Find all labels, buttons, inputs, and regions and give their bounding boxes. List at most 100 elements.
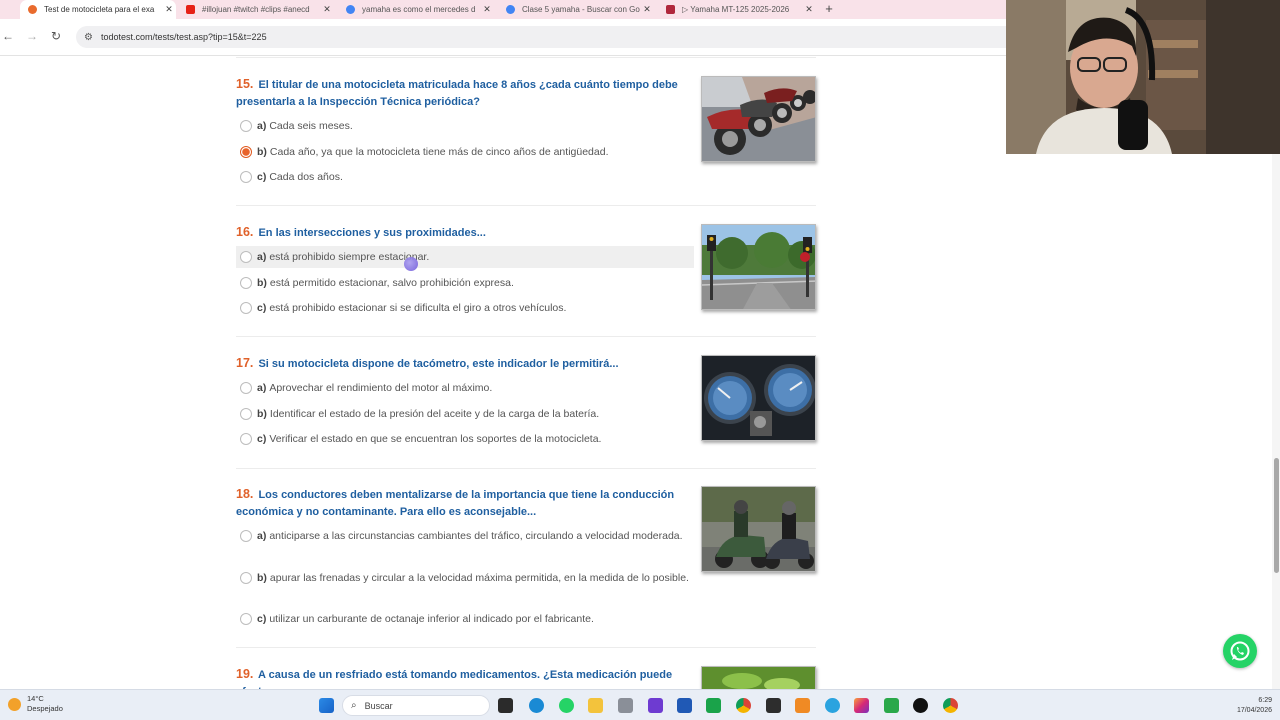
windows-taskbar: 14°C Despejado ⌕ Buscar 6:29 17/04/2026: [0, 689, 1280, 720]
option-text: Cada año, ya que la motocicleta tiene má…: [269, 146, 609, 158]
radio-button[interactable]: [240, 277, 252, 289]
telegram-icon[interactable]: [825, 698, 840, 713]
option-letter: a): [257, 530, 267, 542]
app-icon[interactable]: [648, 698, 663, 713]
app-icon[interactable]: [766, 698, 781, 713]
option-16-b[interactable]: b) está permitido estacionar, salvo proh…: [236, 275, 694, 291]
rtve-icon[interactable]: [795, 698, 810, 713]
question-number: 19.: [236, 667, 254, 681]
question-number: 17.: [236, 356, 254, 370]
taskbar-search-placeholder: Buscar: [364, 700, 393, 711]
question-prompt: Si su motocicleta dispone de tacómetro, …: [258, 358, 619, 370]
divider: [236, 57, 816, 58]
option-17-a[interactable]: a) Aprovechar el rendimiento del motor a…: [236, 380, 694, 396]
question-image-pills: [701, 666, 816, 689]
tab-strip: Test de motocicleta para el exa ✕ #illoj…: [0, 0, 1006, 19]
radio-button[interactable]: [240, 572, 252, 584]
option-17-c[interactable]: c) Verificar el estado en que se encuent…: [236, 431, 694, 447]
close-tab-icon[interactable]: ✕: [640, 4, 654, 15]
sun-icon: [8, 697, 21, 711]
option-18-a[interactable]: a) anticiparse a las circunstancias camb…: [236, 528, 694, 544]
app-icon[interactable]: [884, 698, 899, 713]
option-15-a[interactable]: a) Cada seis meses.: [236, 118, 694, 134]
option-17-b[interactable]: b) Identificar el estado de la presión d…: [236, 406, 694, 422]
app-icon[interactable]: [677, 698, 692, 713]
radio-button[interactable]: [240, 171, 252, 183]
address-bar[interactable]: ⚙ todotest.com/tests/test.asp?tip=15&t=2…: [76, 26, 1006, 48]
system-clock[interactable]: 6:29 17/04/2026: [1226, 696, 1272, 716]
radio-button[interactable]: [240, 433, 252, 445]
clock-date: 17/04/2026: [1236, 707, 1272, 714]
question-image-tachometer: [701, 355, 816, 441]
radio-button[interactable]: [240, 613, 252, 625]
close-tab-icon[interactable]: ✕: [320, 4, 334, 15]
option-15-b[interactable]: b) Cada año, ya que la motocicleta tiene…: [236, 144, 694, 160]
tab-todotest[interactable]: Test de motocicleta para el exa ✕: [20, 0, 176, 19]
option-letter: b): [257, 277, 267, 289]
question-prompt: A causa de un resfriado está tomando med…: [236, 669, 673, 689]
windows-start-icon[interactable]: [319, 698, 334, 713]
option-text: Identificar el estado de la presión del …: [269, 408, 600, 420]
edge-icon[interactable]: [529, 698, 544, 713]
divider: [236, 647, 816, 648]
option-15-c[interactable]: c) Cada dos años.: [236, 169, 694, 185]
chrome-profile-icon[interactable]: [943, 698, 958, 713]
radio-button[interactable]: [240, 302, 252, 314]
question-image-scooter: [701, 486, 816, 572]
scrollbar-thumb[interactable]: [1274, 458, 1279, 573]
option-letter: c): [257, 613, 267, 625]
close-tab-icon[interactable]: ✕: [802, 4, 816, 15]
forward-arrow-icon[interactable]: →: [25, 29, 39, 43]
weather-widget[interactable]: 14°C Despejado: [8, 694, 63, 714]
todotest-favicon-icon: [28, 5, 37, 14]
option-18-b[interactable]: b) apurar las frenadas y circular a la v…: [236, 570, 694, 586]
question-15: 15. El titular de una motocicleta matric…: [236, 76, 816, 196]
option-text: Cada dos años.: [269, 171, 343, 183]
tab-yamaha-mt125[interactable]: ▷ Yamaha MT-125 2025-2026 ✕: [658, 0, 816, 19]
option-text: utilizar un carburante de octanaje infer…: [269, 613, 594, 625]
question-prompt: El titular de una motocicleta matriculad…: [236, 79, 678, 108]
question-text: 17. Si su motocicleta dispone de tacómet…: [236, 355, 691, 373]
new-tab-icon[interactable]: +: [822, 1, 836, 16]
app-icon[interactable]: [618, 698, 633, 713]
tab-twitch-clips[interactable]: #illojuan #twitch #clips #anecd ✕: [178, 0, 334, 19]
option-text: apurar las frenadas y circular a la velo…: [269, 572, 689, 584]
question-text: 19. A causa de un resfriado está tomando…: [236, 666, 691, 689]
close-tab-icon[interactable]: ✕: [162, 4, 176, 15]
whatsapp-app-icon[interactable]: [559, 698, 574, 713]
mouse-cursor-icon: [404, 257, 418, 271]
option-16-c[interactable]: c) está prohibido estacionar si se dific…: [236, 300, 694, 316]
radio-button[interactable]: [240, 408, 252, 420]
option-18-c[interactable]: c) utilizar un carburante de octanaje in…: [236, 611, 694, 627]
radio-button[interactable]: [240, 251, 252, 263]
app-icon[interactable]: [706, 698, 721, 713]
back-arrow-icon[interactable]: ←: [1, 29, 15, 43]
google-favicon-icon: [506, 5, 515, 14]
radio-button[interactable]: [240, 530, 252, 542]
taskbar-search-box[interactable]: ⌕ Buscar: [342, 695, 490, 716]
instagram-icon[interactable]: [854, 698, 869, 713]
google-favicon-icon: [346, 5, 355, 14]
reload-icon[interactable]: ↻: [49, 29, 63, 43]
radio-button-selected[interactable]: [240, 146, 252, 158]
youtube-favicon-icon: [186, 5, 195, 14]
site-info-icon[interactable]: ⚙: [84, 32, 93, 43]
option-16-a[interactable]: a) está prohibido siempre estacionar.: [236, 246, 694, 268]
whatsapp-chat-button[interactable]: [1223, 634, 1257, 668]
browser-toolbar: ← → ↻ ⚙ todotest.com/tests/test.asp?tip=…: [0, 19, 1006, 56]
tab-google-search-1[interactable]: yamaha es como el mercedes d ✕: [338, 0, 494, 19]
close-tab-icon[interactable]: ✕: [480, 4, 494, 15]
radio-button[interactable]: [240, 382, 252, 394]
option-text: Aprovechar el rendimiento del motor al m…: [269, 382, 493, 394]
chrome-icon[interactable]: [736, 698, 751, 713]
question-17: 17. Si su motocicleta dispone de tacómet…: [236, 355, 816, 465]
radio-button[interactable]: [240, 120, 252, 132]
tab-title: Test de motocicleta para el exa: [44, 5, 155, 14]
file-explorer-icon[interactable]: [588, 698, 603, 713]
tab-google-search-2[interactable]: Clase 5 yamaha - Buscar con Go ✕: [498, 0, 654, 19]
task-view-icon[interactable]: [498, 698, 513, 713]
option-letter: a): [257, 382, 267, 394]
question-number: 16.: [236, 225, 254, 239]
question-image-motorcycles: [701, 76, 816, 162]
tiktok-icon[interactable]: [913, 698, 928, 713]
